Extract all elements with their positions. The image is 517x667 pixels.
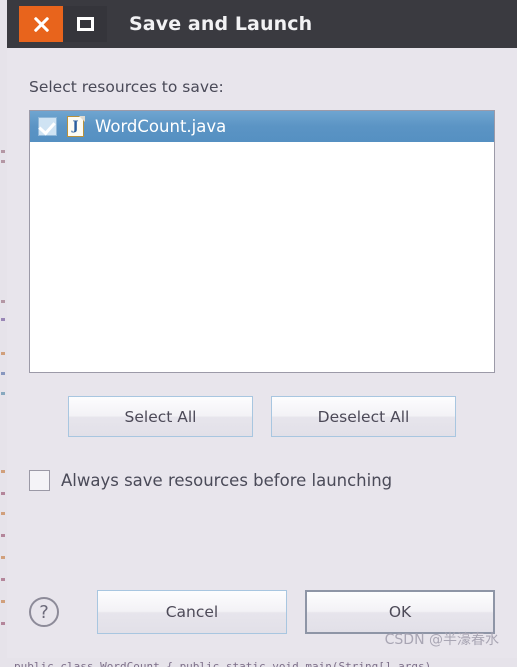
dialog-body: Select resources to save: J WordCount.ja… xyxy=(7,48,517,658)
select-all-button[interactable]: Select All xyxy=(68,396,253,437)
ok-button[interactable]: OK xyxy=(305,590,495,634)
resource-checkbox[interactable] xyxy=(38,117,57,136)
maximize-square-icon xyxy=(76,17,94,31)
background-left-strip xyxy=(0,0,7,667)
always-save-label: Always save resources before launching xyxy=(61,471,393,490)
java-file-icon: J xyxy=(67,115,85,137)
question-mark-icon[interactable]: ? xyxy=(29,597,59,627)
background-bottom-strip: public class WordCount { public static v… xyxy=(0,658,517,667)
background-ghost-text: public class WordCount { public static v… xyxy=(14,660,432,667)
bottom-actions: Cancel OK xyxy=(97,590,495,634)
always-save-checkbox[interactable] xyxy=(29,470,50,491)
deselect-all-button[interactable]: Deselect All xyxy=(271,396,456,437)
window-title: Save and Launch xyxy=(129,13,313,35)
maximize-button[interactable] xyxy=(63,6,107,42)
list-item-label: WordCount.java xyxy=(95,117,227,136)
watermark: CSDN @半濠春水 xyxy=(384,632,499,648)
bottom-bar: ? Cancel OK xyxy=(29,590,495,634)
checkmark-icon xyxy=(38,117,56,136)
close-x-icon xyxy=(32,15,51,34)
save-and-launch-dialog: Save and Launch Select resources to save… xyxy=(7,0,517,658)
prompt-label: Select resources to save: xyxy=(29,78,224,96)
cancel-button[interactable]: Cancel xyxy=(97,590,287,634)
always-save-row[interactable]: Always save resources before launching xyxy=(29,470,495,491)
close-button[interactable] xyxy=(19,6,63,42)
titlebar-buttons xyxy=(19,6,107,42)
list-item[interactable]: J WordCount.java xyxy=(30,111,494,142)
resource-list[interactable]: J WordCount.java xyxy=(29,110,495,373)
titlebar: Save and Launch xyxy=(7,0,517,48)
select-buttons-row: Select All Deselect All xyxy=(29,396,495,437)
